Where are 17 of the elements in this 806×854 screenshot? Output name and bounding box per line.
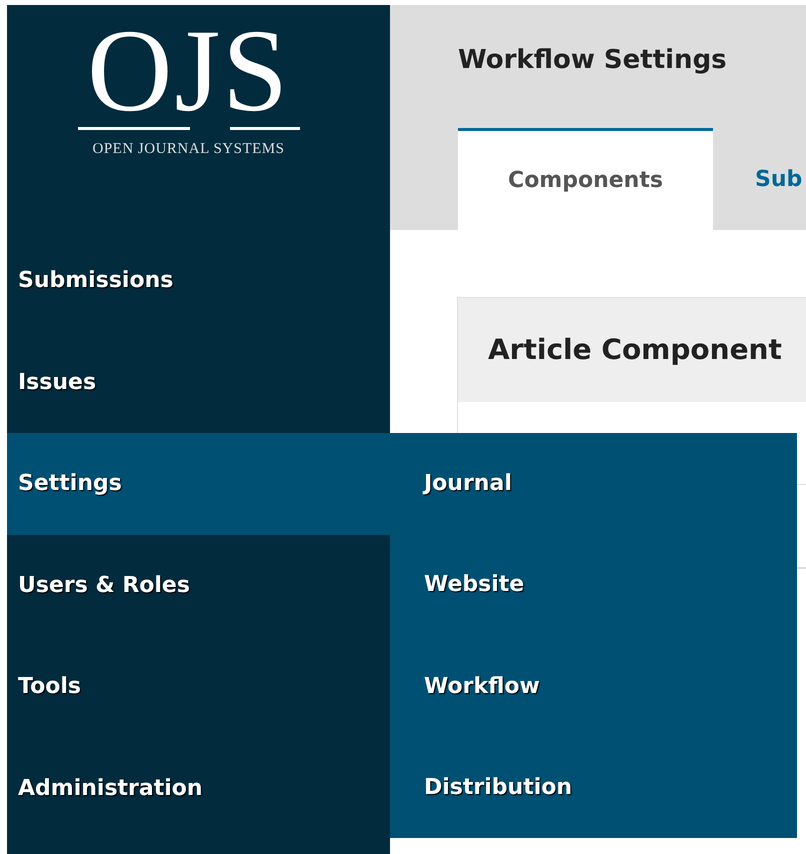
card-title: Article Component	[488, 332, 782, 368]
tab[interactable]: Sub	[713, 128, 802, 230]
submenu-item[interactable]: Distribution	[390, 737, 797, 838]
nav-item[interactable]: Users & Roles	[7, 534, 390, 636]
submenu-item[interactable]: Website	[390, 534, 797, 636]
nav-item[interactable]: Administration	[7, 738, 390, 840]
nav-item[interactable]: Tools	[7, 636, 390, 738]
tab[interactable]: Components	[458, 128, 713, 230]
nav-item[interactable]: Submissions	[7, 230, 390, 332]
nav-item[interactable]: Issues	[7, 332, 390, 434]
logo-rule	[230, 127, 300, 130]
logo-tagline: OPEN JOURNAL SYSTEMS	[92, 140, 284, 159]
page-title: Workflow Settings	[458, 44, 728, 77]
submenu-item[interactable]: Workflow	[390, 636, 797, 738]
nav-item[interactable]: Settings	[7, 433, 390, 535]
logo-mark: OJS	[87, 19, 290, 123]
submenu-item[interactable]: Journal	[390, 433, 797, 534]
